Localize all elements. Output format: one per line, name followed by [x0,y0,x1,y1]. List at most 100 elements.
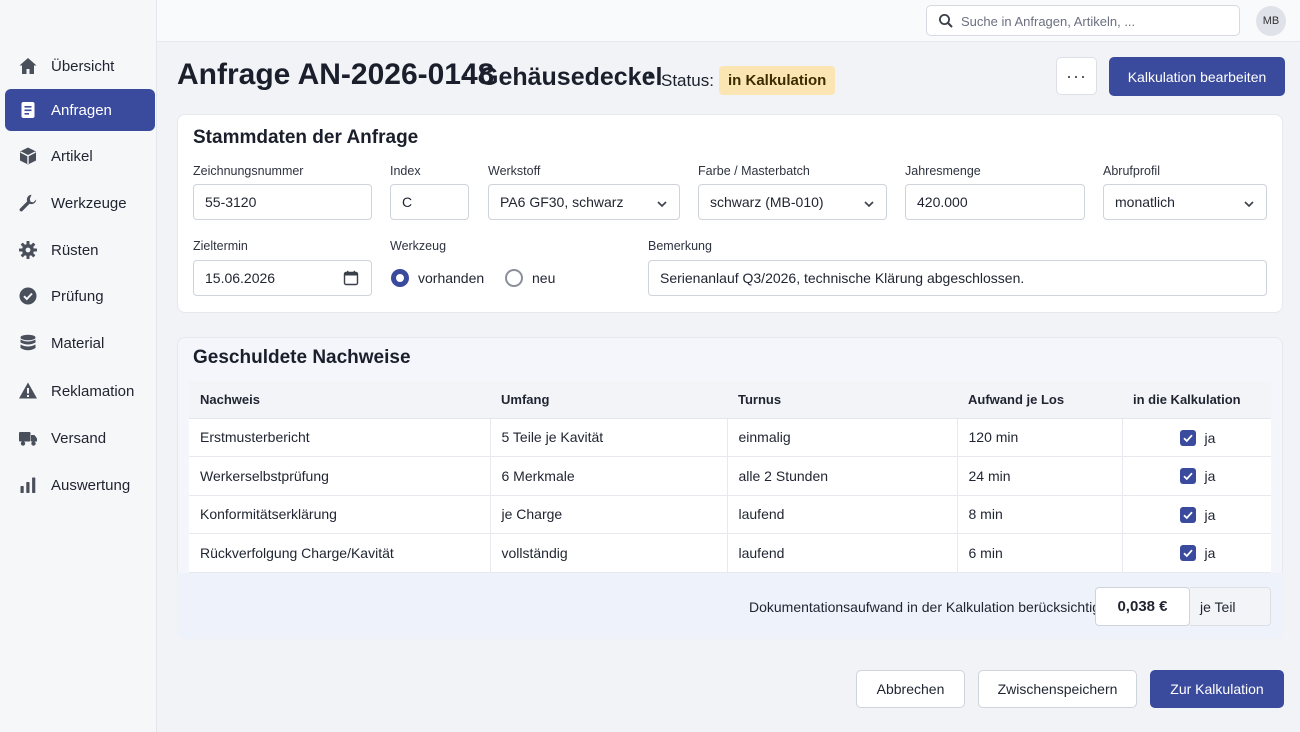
zeichnungsnummer-field[interactable]: 55-3120 [193,184,372,220]
chevron-down-icon [1243,197,1255,209]
sidebar-item-versand[interactable]: Versand [5,417,155,459]
abrufprofil-label: Abrufprofil [1103,164,1160,178]
status-label: Status: [661,71,714,90]
cell-aufwand: 120 min [957,418,1123,457]
cell-nachweis: Konformitätserklärung [189,495,491,534]
nachweise-title: Geschuldete Nachweise [193,347,411,368]
checkbox-checked[interactable] [1179,545,1196,562]
column-header[interactable]: Umfang [490,381,727,419]
sidebar-item-label: Übersicht [51,57,115,75]
zieltermin-field[interactable]: 15.06.2026 [193,260,372,296]
cell-aufwand: 24 min [957,456,1123,496]
bemerkung-label: Bemerkung [648,239,712,253]
edit-calculation-button[interactable]: Kalkulation bearbeiten [1109,57,1285,96]
werkzeug-radio-neu[interactable] [505,269,523,287]
index-label: Index [390,164,421,178]
jahresmenge-field[interactable]: 420.000 [905,184,1085,220]
chevron-down-icon [863,197,875,209]
index-field[interactable]: C [390,184,469,220]
checkbox-checked[interactable] [1179,506,1196,523]
search-input[interactable] [961,10,1231,32]
calendar-icon[interactable] [343,270,359,286]
sidebar-item-artikel[interactable]: Artikel [5,135,155,177]
checkbox-label: ja [1204,545,1216,562]
farbe-value: schwarz (MB-010) [710,194,824,210]
table-row: Rückverfolgung Charge/Kavität vollständi… [189,533,1271,573]
cell-nachweis: Rückverfolgung Charge/Kavität [189,533,491,573]
werkzeug-option-label: neu [532,270,556,286]
zeichnungsnummer-label: Zeichnungsnummer [193,164,304,178]
cell-nachweis: Erstmusterbericht [189,418,491,457]
sidebar-item-label: Auswertung [51,476,131,494]
cell-kalkulation: ja [1122,456,1271,496]
sidebar-item-ruesten[interactable]: Rüsten [5,229,155,271]
checkbox-label: ja [1204,506,1216,523]
bar-chart-icon [18,475,38,495]
abrufprofil-select[interactable]: monatlich [1103,184,1267,220]
save-draft-button[interactable]: Zwischenspeichern [978,670,1137,708]
cell-turnus: alle 2 Stunden [727,456,958,496]
search-icon [938,13,954,29]
cell-turnus: laufend [727,495,958,534]
column-header[interactable]: Turnus [727,381,957,419]
sidebar-item-auswertung[interactable]: Auswertung [5,464,155,506]
cell-kalkulation: ja [1122,533,1271,573]
stammdaten-title: Stammdaten der Anfrage [193,127,419,148]
werkstoff-value: PA6 GF30, schwarz [500,194,624,210]
column-header[interactable]: in die Kalkulation [1122,381,1271,419]
summary-value: 0,038 € [1095,587,1190,626]
sidebar-item-pruefung[interactable]: Prüfung [5,275,155,317]
cell-kalkulation: ja [1122,495,1271,534]
warning-icon [18,381,38,401]
cell-nachweis: Werkerselbstprüfung [189,456,491,496]
nachweise-table: Nachweis Umfang Turnus Aufwand je Los in… [189,381,1271,573]
search-box[interactable] [926,5,1240,36]
table-header-row: Nachweis Umfang Turnus Aufwand je Los in… [189,381,1271,419]
page-title: Anfrage AN-2026-0148 [177,58,495,91]
sidebar-item-label: Anfragen [51,101,112,119]
werkstoff-select[interactable]: PA6 GF30, schwarz [488,184,680,220]
cell-turnus: einmalig [727,418,958,457]
sidebar: Übersicht Anfragen Artikel Werkzeuge Rüs… [0,0,157,732]
sidebar-item-label: Material [51,334,105,352]
cancel-button[interactable]: Abbrechen [856,670,965,708]
more-options-button[interactable]: ··· [1056,57,1097,95]
sidebar-item-werkzeuge[interactable]: Werkzeuge [5,182,155,224]
sidebar-item-label: Rüsten [51,241,99,259]
abrufprofil-value: monatlich [1115,194,1175,210]
cell-umfang: 6 Merkmale [490,456,728,496]
werkzeug-radio-vorhanden[interactable] [391,269,409,287]
sidebar-item-material[interactable]: Material [5,322,155,364]
farbe-select[interactable]: schwarz (MB-010) [698,184,887,220]
summary-label: Dokumentationsaufwand in der Kalkulation… [749,599,1108,615]
werkzeug-option-label: vorhanden [418,270,485,286]
home-icon [18,56,38,76]
sidebar-item-uebersicht[interactable]: Übersicht [5,45,155,87]
sidebar-item-label: Reklamation [51,382,135,400]
checkbox-checked[interactable] [1179,429,1196,446]
sidebar-item-anfragen[interactable]: Anfragen [5,89,155,131]
to-calculation-button[interactable]: Zur Kalkulation [1150,670,1284,708]
truck-icon [18,428,38,448]
jahresmenge-label: Jahresmenge [905,164,981,178]
cell-umfang: vollständig [490,533,728,573]
title-separator: · [462,62,470,89]
column-header[interactable]: Nachweis [189,381,490,419]
avatar[interactable]: MB [1256,6,1286,36]
werkzeug-label: Werkzeug [390,239,447,253]
farbe-label: Farbe / Masterbatch [698,164,810,178]
sidebar-item-reklamation[interactable]: Reklamation [5,370,155,412]
zeichnungsnummer-value: 55-3120 [205,194,257,210]
check-circle-icon [18,286,38,306]
zieltermin-value: 15.06.2026 [205,270,276,286]
checkbox-label: ja [1204,429,1216,446]
status-separator: · [647,62,655,89]
summary-unit: je Teil [1190,587,1271,626]
column-header[interactable]: Aufwand je Los [957,381,1122,419]
sidebar-item-label: Artikel [51,147,93,165]
wrench-icon [18,193,38,213]
bemerkung-field[interactable]: Serienanlauf Q3/2026, technische Klärung… [648,260,1267,296]
document-icon [18,100,38,120]
cell-umfang: je Charge [490,495,728,534]
checkbox-checked[interactable] [1179,468,1196,485]
